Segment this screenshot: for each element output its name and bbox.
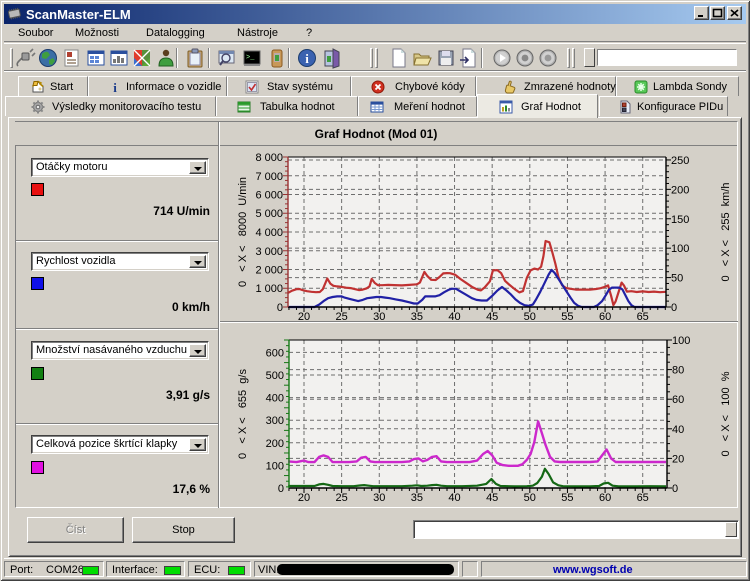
svg-text:60: 60 [672, 394, 684, 406]
svg-text:0 < X < 100 %: 0 < X < 100 % [720, 371, 732, 456]
svg-text:65: 65 [637, 492, 649, 504]
svg-text:4 000: 4 000 [255, 227, 283, 239]
svg-text:600: 600 [266, 347, 284, 359]
svg-text:35: 35 [411, 311, 423, 322]
svg-text:150: 150 [671, 214, 689, 226]
svg-text:5 000: 5 000 [255, 208, 283, 220]
svg-text:25: 25 [335, 311, 347, 322]
svg-text:80: 80 [672, 365, 684, 377]
svg-text:200: 200 [671, 184, 689, 196]
svg-text:65: 65 [637, 311, 649, 322]
svg-text:45: 45 [486, 492, 498, 504]
svg-text:50: 50 [671, 273, 683, 285]
svg-text:400: 400 [266, 393, 284, 405]
svg-text:50: 50 [524, 492, 536, 504]
svg-text:60: 60 [599, 492, 611, 504]
svg-text:30: 30 [373, 311, 385, 322]
svg-text:7 000: 7 000 [255, 171, 283, 183]
svg-text:300: 300 [266, 415, 284, 427]
svg-text:0: 0 [672, 483, 678, 495]
svg-text:i: i [305, 51, 309, 66]
svg-text:60: 60 [599, 311, 611, 322]
svg-text:50: 50 [524, 311, 536, 322]
svg-text:25: 25 [335, 492, 347, 504]
svg-text:>_: >_ [246, 54, 255, 62]
svg-text:20: 20 [298, 311, 310, 322]
svg-text:6 000: 6 000 [255, 190, 283, 202]
svg-text:30: 30 [373, 492, 385, 504]
svg-text:0 < X < 255 km/h: 0 < X < 255 km/h [720, 182, 732, 281]
svg-text:i: i [113, 80, 117, 94]
svg-text:3 000: 3 000 [255, 246, 283, 258]
svg-text:45: 45 [486, 311, 498, 322]
svg-text:2 000: 2 000 [255, 265, 283, 277]
svg-text:100: 100 [672, 335, 690, 347]
svg-text:55: 55 [561, 311, 573, 322]
svg-text:1 000: 1 000 [255, 283, 283, 295]
svg-text:200: 200 [266, 438, 284, 450]
svg-text:55: 55 [561, 492, 573, 504]
svg-text:0: 0 [277, 302, 283, 314]
svg-text:250: 250 [671, 155, 689, 167]
svg-text:100: 100 [266, 460, 284, 472]
svg-text:40: 40 [672, 424, 684, 436]
svg-text:40: 40 [448, 311, 460, 322]
svg-text:100: 100 [671, 243, 689, 255]
svg-text:0: 0 [278, 483, 284, 495]
svg-text:8 000: 8 000 [255, 152, 283, 164]
svg-text:0: 0 [671, 302, 677, 314]
svg-text:0 < X < 655 g/s: 0 < X < 655 g/s [237, 369, 249, 459]
svg-text:500: 500 [266, 370, 284, 382]
svg-text:0 < X < 8000 U/min: 0 < X < 8000 U/min [237, 177, 249, 287]
svg-text:20: 20 [672, 453, 684, 465]
svg-text:40: 40 [448, 492, 460, 504]
svg-text:20: 20 [298, 492, 310, 504]
svg-text:35: 35 [411, 492, 423, 504]
